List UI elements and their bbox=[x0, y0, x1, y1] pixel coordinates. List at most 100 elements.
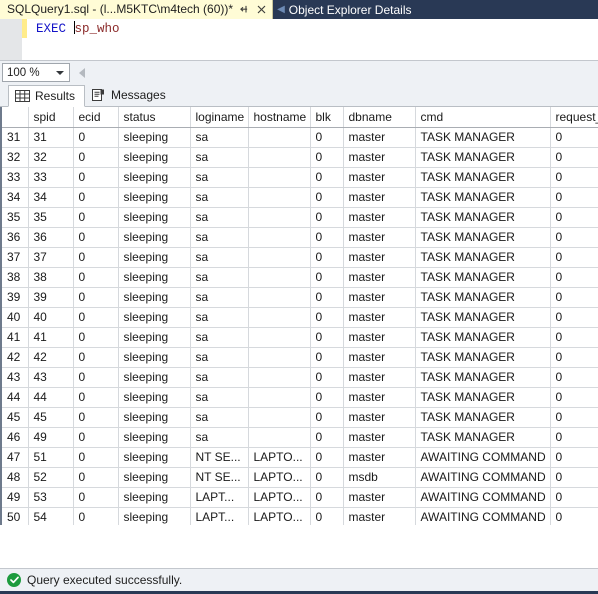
cell-request-id[interactable]: 0 bbox=[550, 307, 598, 328]
cell-loginame[interactable]: sa bbox=[190, 427, 249, 448]
cell-status[interactable]: sleeping bbox=[118, 127, 191, 148]
cell-ecid[interactable]: 0 bbox=[73, 187, 119, 208]
cell-hostname[interactable]: LAPTO... bbox=[248, 487, 311, 508]
column-header-hostname[interactable]: hostname bbox=[248, 107, 311, 128]
table-row[interactable]: 44 44 0 sleeping sa 0 master TASK MANAGER 0 bbox=[2, 387, 598, 408]
cell-cmd[interactable]: TASK MANAGER bbox=[415, 407, 551, 428]
cell-status[interactable]: sleeping bbox=[118, 247, 191, 268]
cell-hostname[interactable] bbox=[248, 207, 311, 228]
cell-cmd[interactable]: TASK MANAGER bbox=[415, 307, 551, 328]
cell-loginame[interactable]: sa bbox=[190, 327, 249, 348]
cell-request-id[interactable]: 0 bbox=[550, 127, 598, 148]
cell-ecid[interactable]: 0 bbox=[73, 327, 119, 348]
cell-blk[interactable]: 0 bbox=[310, 387, 344, 408]
cell-loginame[interactable]: sa bbox=[190, 407, 249, 428]
cell-spid[interactable]: 53 bbox=[28, 487, 74, 508]
cell-request-id[interactable]: 0 bbox=[550, 427, 598, 448]
cell-hostname[interactable] bbox=[248, 287, 311, 308]
cell-cmd[interactable]: TASK MANAGER bbox=[415, 427, 551, 448]
table-row[interactable]: 34 34 0 sleeping sa 0 master TASK MANAGER 0 bbox=[2, 187, 598, 208]
cell-hostname[interactable] bbox=[248, 247, 311, 268]
cell-dbname[interactable]: master bbox=[343, 267, 416, 288]
cell-status[interactable]: sleeping bbox=[118, 447, 191, 468]
cell-dbname[interactable]: master bbox=[343, 207, 416, 228]
cell-spid[interactable]: 42 bbox=[28, 347, 74, 368]
cell-status[interactable]: sleeping bbox=[118, 327, 191, 348]
cell-cmd[interactable]: TASK MANAGER bbox=[415, 127, 551, 148]
row-header-cell[interactable]: 33 bbox=[2, 167, 29, 188]
cell-cmd[interactable]: AWAITING COMMAND bbox=[415, 467, 551, 488]
cell-cmd[interactable]: TASK MANAGER bbox=[415, 387, 551, 408]
cell-request-id[interactable]: 0 bbox=[550, 367, 598, 388]
cell-ecid[interactable]: 0 bbox=[73, 147, 119, 168]
cell-cmd[interactable]: TASK MANAGER bbox=[415, 267, 551, 288]
table-row[interactable]: 43 43 0 sleeping sa 0 master TASK MANAGER 0 bbox=[2, 367, 598, 388]
cell-hostname[interactable] bbox=[248, 407, 311, 428]
cell-ecid[interactable]: 0 bbox=[73, 427, 119, 448]
cell-blk[interactable]: 0 bbox=[310, 147, 344, 168]
cell-status[interactable]: sleeping bbox=[118, 147, 191, 168]
cell-hostname[interactable] bbox=[248, 307, 311, 328]
cell-spid[interactable]: 43 bbox=[28, 367, 74, 388]
column-header-dbname[interactable]: dbname bbox=[343, 107, 416, 128]
cell-spid[interactable]: 36 bbox=[28, 227, 74, 248]
table-row[interactable]: 42 42 0 sleeping sa 0 master TASK MANAGER 0 bbox=[2, 347, 598, 368]
cell-spid[interactable]: 40 bbox=[28, 307, 74, 328]
cell-spid[interactable]: 44 bbox=[28, 387, 74, 408]
cell-hostname[interactable]: LAPTO... bbox=[248, 447, 311, 468]
cell-spid[interactable]: 31 bbox=[28, 127, 74, 148]
cell-cmd[interactable]: AWAITING COMMAND bbox=[415, 487, 551, 508]
cell-cmd[interactable]: TASK MANAGER bbox=[415, 327, 551, 348]
table-row[interactable]: 47 51 0 sleeping NT SE... LAPTO... 0 master AWAI… bbox=[2, 447, 598, 468]
table-row[interactable]: 31 31 0 sleeping sa 0 master TASK MANAGER 0 bbox=[2, 127, 598, 148]
row-header-cell[interactable]: 43 bbox=[2, 367, 29, 388]
row-header-cell[interactable]: 37 bbox=[2, 247, 29, 268]
cell-dbname[interactable]: master bbox=[343, 427, 416, 448]
table-row[interactable]: 48 52 0 sleeping NT SE... LAPTO... 0 msdb AWAITI… bbox=[2, 467, 598, 488]
table-row[interactable]: 32 32 0 sleeping sa 0 master TASK MANAGER 0 bbox=[2, 147, 598, 168]
cell-hostname[interactable] bbox=[248, 427, 311, 448]
table-row[interactable]: 40 40 0 sleeping sa 0 master TASK MANAGER 0 bbox=[2, 307, 598, 328]
row-header-cell[interactable]: 34 bbox=[2, 187, 29, 208]
cell-ecid[interactable]: 0 bbox=[73, 167, 119, 188]
cell-spid[interactable]: 41 bbox=[28, 327, 74, 348]
cell-spid[interactable]: 37 bbox=[28, 247, 74, 268]
cell-spid[interactable]: 52 bbox=[28, 467, 74, 488]
cell-loginame[interactable]: sa bbox=[190, 367, 249, 388]
column-header-status[interactable]: status bbox=[118, 107, 191, 128]
cell-ecid[interactable]: 0 bbox=[73, 507, 119, 525]
cell-ecid[interactable]: 0 bbox=[73, 407, 119, 428]
table-row[interactable]: 38 38 0 sleeping sa 0 master TASK MANAGER 0 bbox=[2, 267, 598, 288]
cell-ecid[interactable]: 0 bbox=[73, 467, 119, 488]
cell-hostname[interactable] bbox=[248, 227, 311, 248]
cell-blk[interactable]: 0 bbox=[310, 427, 344, 448]
cell-blk[interactable]: 0 bbox=[310, 327, 344, 348]
cell-ecid[interactable]: 0 bbox=[73, 367, 119, 388]
cell-status[interactable]: sleeping bbox=[118, 407, 191, 428]
cell-request-id[interactable]: 0 bbox=[550, 167, 598, 188]
cell-request-id[interactable]: 0 bbox=[550, 187, 598, 208]
cell-blk[interactable]: 0 bbox=[310, 447, 344, 468]
cell-loginame[interactable]: sa bbox=[190, 207, 249, 228]
cell-blk[interactable]: 0 bbox=[310, 307, 344, 328]
cell-request-id[interactable]: 0 bbox=[550, 327, 598, 348]
cell-dbname[interactable]: master bbox=[343, 127, 416, 148]
cell-request-id[interactable]: 0 bbox=[550, 287, 598, 308]
cell-hostname[interactable] bbox=[248, 387, 311, 408]
cell-cmd[interactable]: AWAITING COMMAND bbox=[415, 507, 551, 525]
cell-blk[interactable]: 0 bbox=[310, 487, 344, 508]
cell-loginame[interactable]: sa bbox=[190, 187, 249, 208]
cell-hostname[interactable] bbox=[248, 367, 311, 388]
row-header-cell[interactable]: 49 bbox=[2, 487, 29, 508]
close-icon[interactable] bbox=[255, 4, 267, 16]
cell-loginame[interactable]: sa bbox=[190, 127, 249, 148]
cell-request-id[interactable]: 0 bbox=[550, 467, 598, 488]
row-header-corner[interactable] bbox=[2, 107, 29, 128]
cell-request-id[interactable]: 0 bbox=[550, 507, 598, 525]
cell-status[interactable]: sleeping bbox=[118, 487, 191, 508]
cell-status[interactable]: sleeping bbox=[118, 507, 191, 525]
cell-cmd[interactable]: TASK MANAGER bbox=[415, 227, 551, 248]
cell-loginame[interactable]: sa bbox=[190, 387, 249, 408]
cell-status[interactable]: sleeping bbox=[118, 427, 191, 448]
zoom-level-dropdown[interactable]: 100 % bbox=[2, 63, 70, 82]
